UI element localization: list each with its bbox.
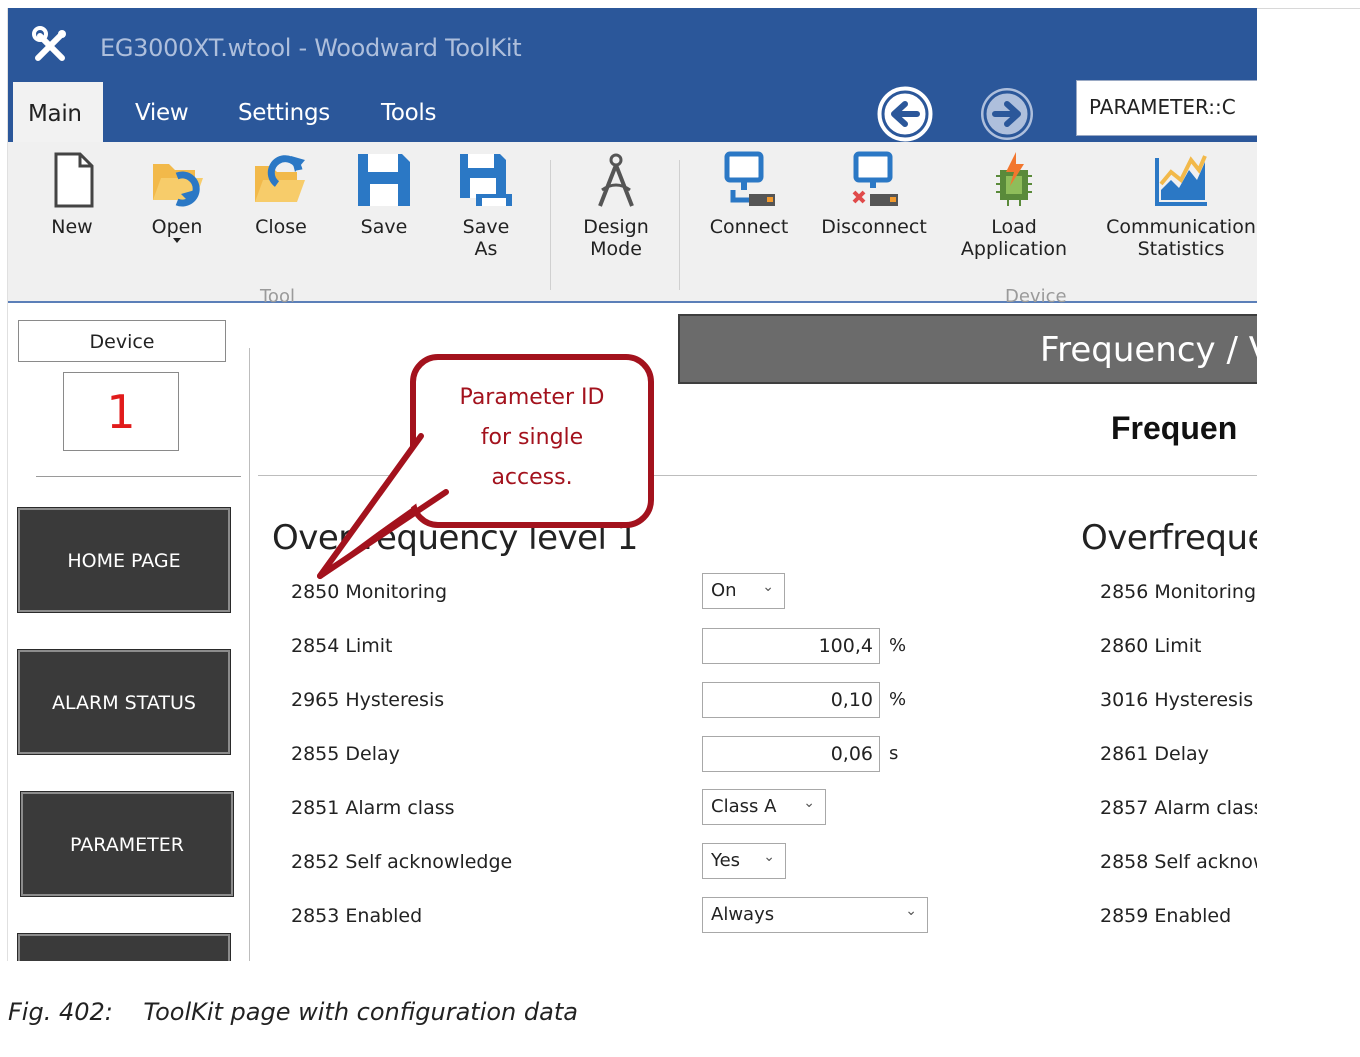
figure-caption: Fig. 402: ToolKit page with configuratio… — [8, 998, 578, 1026]
limit-unit: % — [889, 635, 907, 656]
param-label-2851: 2851 Alarm class — [291, 797, 455, 819]
connect-button[interactable]: Connect — [708, 142, 790, 238]
save-icon — [358, 154, 410, 206]
ribbon-toolbar: New Open Close Save Save As Design Mode … — [8, 142, 1257, 307]
self-acknowledge-value: Yes — [711, 850, 741, 871]
alarm-class-select[interactable]: Class A ⌄ — [702, 789, 826, 825]
design-mode-button[interactable]: Design Mode — [578, 142, 654, 260]
hysteresis-input[interactable]: 0,10 — [702, 682, 880, 718]
communication-statistics-button[interactable]: Communication Statistics — [1106, 142, 1256, 260]
new-file-icon — [54, 152, 94, 208]
ribbon-group-device: Device — [1005, 286, 1067, 307]
delay-input[interactable]: 0,06 — [702, 736, 880, 772]
ribbon-separator — [550, 160, 551, 290]
window-title: EG3000XT.wtool - Woodward ToolKit — [100, 34, 522, 62]
open-folder-icon — [153, 164, 203, 207]
section-title: Frequen — [1111, 410, 1238, 446]
alarm-class-value: Class A — [711, 796, 777, 817]
tab-tools[interactable]: Tools — [381, 100, 436, 126]
param-label-2855: 2855 Delay — [291, 743, 400, 765]
param-label-2853: 2853 Enabled — [291, 905, 423, 927]
monitoring-select[interactable]: On ⌄ — [702, 573, 785, 609]
close-folder-icon — [255, 155, 305, 202]
forward-arrow-icon[interactable] — [977, 84, 1037, 144]
callout-line: Parameter ID — [459, 385, 605, 410]
new-button[interactable]: New — [42, 142, 102, 238]
param-label-2857: 2857 Alarm class — [1100, 797, 1257, 819]
open-dropdown-caret-icon[interactable] — [173, 238, 181, 243]
param-label-2850: 2850 Monitoring — [291, 581, 447, 603]
close-button[interactable]: Close — [246, 142, 316, 238]
param-label-2852: 2852 Self acknowledge — [291, 851, 513, 873]
monitoring-value: On — [711, 580, 737, 601]
communication-statistics-label: Communication Statistics — [1106, 216, 1256, 260]
sidebar-divider — [36, 476, 241, 477]
save-button[interactable]: Save — [354, 142, 414, 238]
limit-input[interactable]: 100,4 — [702, 628, 880, 664]
content-divider — [258, 475, 1257, 476]
right-border-line — [1257, 8, 1360, 9]
device-button[interactable]: Device — [18, 320, 226, 362]
load-application-button[interactable]: Load Application — [956, 142, 1072, 260]
alarm-status-button[interactable]: ALARM STATUS — [17, 649, 231, 755]
param-label-2858: 2858 Self acknowl — [1100, 851, 1257, 873]
disconnect-icon — [852, 151, 898, 206]
param-label-2856: 2856 Monitoring — [1100, 581, 1256, 603]
right-group-title: Overfreque — [1081, 518, 1257, 558]
save-as-button[interactable]: Save As — [456, 142, 516, 260]
param-label-2861: 2861 Delay — [1100, 743, 1209, 765]
ribbon-group-tool: Tool — [260, 286, 295, 307]
ribbon-separator — [679, 160, 680, 290]
self-acknowledge-select[interactable]: Yes ⌄ — [702, 843, 786, 879]
save-as-label: Save As — [462, 216, 510, 260]
param-label-2854: 2854 Limit — [291, 635, 393, 657]
toolkit-screenshot: EG3000XT.wtool - Woodward ToolKit Main V… — [8, 8, 1257, 961]
close-label: Close — [255, 216, 307, 238]
param-label-2860: 2860 Limit — [1100, 635, 1202, 657]
callout-box: Parameter ID for single access. — [410, 354, 654, 528]
chevron-down-icon: ⌄ — [803, 795, 815, 811]
callout-line: for single — [480, 425, 584, 450]
statistics-chart-icon — [1155, 155, 1207, 206]
address-field[interactable]: PARAMETER::C — [1076, 80, 1257, 136]
compass-icon — [598, 153, 634, 207]
chevron-down-icon: ⌄ — [762, 579, 774, 595]
param-label-2965: 2965 Hysteresis — [291, 689, 445, 711]
param-label-2859: 2859 Enabled — [1100, 905, 1232, 927]
tab-settings[interactable]: Settings — [238, 100, 330, 126]
load-application-label: Load Application — [960, 216, 1068, 260]
save-as-icon — [460, 154, 512, 206]
device-number: 1 — [63, 372, 179, 451]
callout-line: access. — [491, 465, 573, 490]
tab-main[interactable]: Main — [13, 82, 103, 144]
disconnect-label: Disconnect — [821, 216, 927, 238]
connect-label: Connect — [709, 216, 789, 238]
back-arrow-icon[interactable] — [875, 84, 935, 144]
delay-unit: s — [889, 743, 899, 764]
title-bar: EG3000XT.wtool - Woodward ToolKit Main V… — [8, 8, 1257, 144]
toolkit-logo-icon — [32, 26, 66, 61]
sidebar-vertical-divider — [249, 348, 250, 961]
load-application-icon — [996, 152, 1032, 206]
param-label-3016: 3016 Hysteresis — [1100, 689, 1254, 711]
parameter-button[interactable]: PARAMETER — [20, 791, 234, 897]
chevron-down-icon: ⌄ — [905, 903, 917, 919]
open-button[interactable]: Open — [142, 142, 212, 243]
enabled-value: Always — [711, 904, 775, 925]
enabled-select[interactable]: Always ⌄ — [702, 897, 928, 933]
disconnect-button[interactable]: Disconnect — [820, 142, 928, 238]
page-banner: Frequency / V — [678, 314, 1257, 384]
design-mode-label: Design Mode — [583, 216, 649, 260]
sidebar-nav-button-partial[interactable] — [17, 933, 231, 961]
save-label: Save — [360, 216, 408, 238]
home-page-button[interactable]: HOME PAGE — [17, 507, 231, 613]
connect-icon — [724, 151, 775, 206]
tab-view[interactable]: View — [135, 100, 189, 126]
open-label: Open — [151, 216, 203, 238]
new-label: New — [51, 216, 93, 238]
hysteresis-unit: % — [889, 689, 907, 710]
chevron-down-icon: ⌄ — [763, 849, 775, 865]
